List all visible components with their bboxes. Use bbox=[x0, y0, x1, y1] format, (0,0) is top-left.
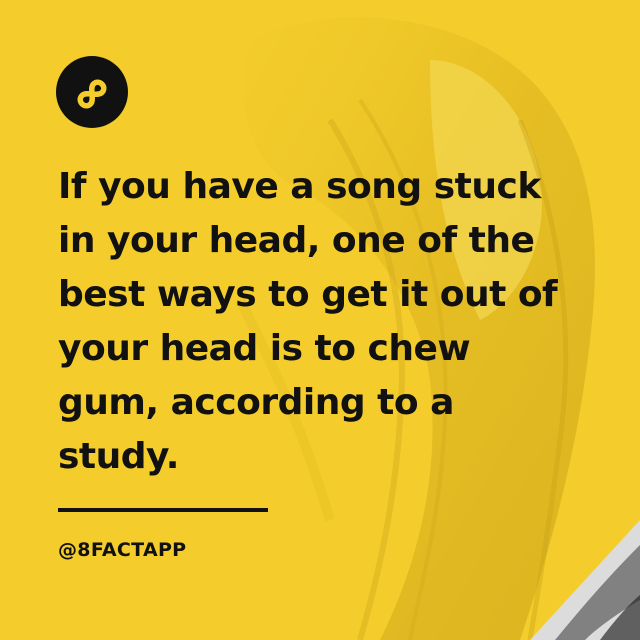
infinity-eight-icon bbox=[56, 56, 128, 128]
fact-line: gum, according to a bbox=[58, 382, 454, 423]
fact-line: If you have a song stuck bbox=[58, 166, 541, 207]
fact-text: If you have a song stuck in your head, o… bbox=[58, 160, 578, 484]
fact-card: If you have a song stuck in your head, o… bbox=[0, 0, 640, 640]
divider bbox=[58, 508, 268, 512]
fact-line: your head is to chew bbox=[58, 328, 471, 369]
fact-line: best ways to get it out of bbox=[58, 274, 558, 315]
social-handle: @8FACTAPP bbox=[58, 539, 187, 561]
fact-line: study. bbox=[58, 436, 179, 477]
fact-line: in your head, one of the bbox=[58, 220, 535, 261]
